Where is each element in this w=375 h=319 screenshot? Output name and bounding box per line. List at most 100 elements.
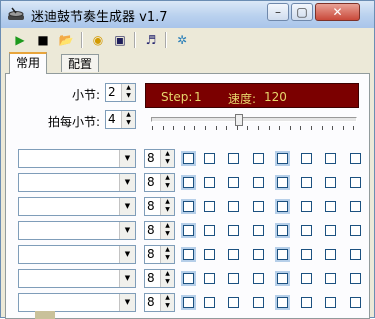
spinner-arrows-icon[interactable]: ▲ ▼ — [160, 270, 174, 287]
dropdown-arrow-icon[interactable]: ▼ — [119, 270, 135, 287]
instrument-select[interactable]: ▼ — [18, 173, 136, 192]
dropdown-arrow-icon[interactable]: ▼ — [119, 174, 135, 191]
step-checkbox[interactable] — [275, 175, 290, 190]
step-checkbox[interactable] — [301, 249, 312, 260]
step-checkbox[interactable] — [325, 225, 336, 236]
spinner-arrows-icon[interactable]: ▲ ▼ — [160, 246, 174, 263]
step-checkbox[interactable] — [253, 249, 264, 260]
dropdown-arrow-icon[interactable]: ▼ — [119, 222, 135, 239]
beats-per-bar-spinner[interactable]: 4 ▲ ▼ — [105, 110, 136, 129]
step-checkbox[interactable] — [253, 201, 264, 212]
step-checkbox[interactable] — [204, 153, 215, 164]
steps-spinner[interactable]: 8 ▲ ▼ — [144, 245, 175, 264]
spinner-arrows-icon[interactable]: ▲ ▼ — [121, 84, 135, 101]
instrument-select[interactable]: ▼ — [18, 269, 136, 288]
step-checkbox[interactable] — [301, 273, 312, 284]
steps-spinner[interactable]: 8 ▲ ▼ — [144, 149, 175, 168]
step-checkbox[interactable] — [204, 177, 215, 188]
midi-keyboard-icon[interactable]: ♬ — [142, 31, 160, 49]
instrument-select[interactable]: ▼ — [18, 149, 136, 168]
step-checkbox[interactable] — [228, 201, 239, 212]
step-checkbox[interactable] — [253, 177, 264, 188]
maximize-button[interactable]: ▢ — [291, 3, 313, 21]
stop-icon[interactable]: ■ — [34, 31, 52, 49]
dropdown-arrow-icon[interactable]: ▼ — [119, 150, 135, 167]
spinner-arrows-icon[interactable]: ▲ ▼ — [121, 111, 135, 128]
spinner-arrows-icon[interactable]: ▲ ▼ — [160, 174, 174, 191]
step-checkbox[interactable] — [301, 201, 312, 212]
minimize-button[interactable]: – — [267, 3, 289, 21]
step-checkbox[interactable] — [228, 249, 239, 260]
close-button[interactable]: ✕ — [315, 3, 360, 21]
step-checkbox[interactable] — [181, 247, 196, 262]
tempo-slider[interactable] — [149, 114, 359, 132]
step-checkbox[interactable] — [228, 153, 239, 164]
dropdown-arrow-icon[interactable]: ▼ — [119, 198, 135, 215]
bars-spinner[interactable]: 2 ▲ ▼ — [105, 83, 136, 102]
spinner-arrows-icon[interactable]: ▲ ▼ — [160, 222, 174, 239]
step-checkbox[interactable] — [204, 249, 215, 260]
step-checkbox[interactable] — [301, 177, 312, 188]
step-checkbox[interactable] — [181, 151, 196, 166]
settings-fan-icon[interactable]: ✲ — [173, 31, 191, 49]
step-checkbox[interactable] — [301, 153, 312, 164]
instrument-select[interactable]: ▼ — [18, 245, 136, 264]
step-checkbox[interactable] — [181, 175, 196, 190]
instrument-select[interactable]: ▼ — [18, 197, 136, 216]
step-checkbox[interactable] — [181, 199, 196, 214]
play-icon[interactable]: ▶ — [11, 31, 29, 49]
step-checkbox[interactable] — [350, 153, 361, 164]
step-checkbox[interactable] — [350, 225, 361, 236]
instrument-select[interactable]: ▼ — [18, 221, 136, 240]
step-checkbox[interactable] — [325, 201, 336, 212]
step-checkbox[interactable] — [325, 273, 336, 284]
steps-spinner[interactable]: 8 ▲ ▼ — [144, 197, 175, 216]
step-checkbox[interactable] — [275, 223, 290, 238]
step-checkbox[interactable] — [253, 273, 264, 284]
steps-spinner[interactable]: 8 ▲ ▼ — [144, 221, 175, 240]
step-checkbox[interactable] — [181, 295, 196, 310]
spinner-arrows-icon[interactable]: ▲ ▼ — [160, 150, 174, 167]
step-checkbox[interactable] — [228, 177, 239, 188]
dropdown-arrow-icon[interactable]: ▼ — [119, 246, 135, 263]
step-checkbox[interactable] — [228, 273, 239, 284]
step-checkbox[interactable] — [204, 201, 215, 212]
step-checkbox[interactable] — [181, 223, 196, 238]
step-checkbox[interactable] — [181, 271, 196, 286]
step-checkbox[interactable] — [228, 297, 239, 308]
step-checkbox[interactable] — [325, 249, 336, 260]
title-bar[interactable]: 迷迪鼓节奏生成器 v1.7 – ▢ ✕ — [1, 1, 374, 28]
step-checkbox[interactable] — [275, 151, 290, 166]
slider-thumb[interactable] — [235, 114, 244, 126]
steps-spinner[interactable]: 8 ▲ ▼ — [144, 269, 175, 288]
step-checkbox[interactable] — [204, 225, 215, 236]
drum-icon[interactable]: ◉ — [89, 31, 107, 49]
spinner-arrows-icon[interactable]: ▲ ▼ — [160, 198, 174, 215]
steps-spinner[interactable]: 8 ▲ ▼ — [144, 173, 175, 192]
step-checkbox[interactable] — [275, 247, 290, 262]
step-checkbox[interactable] — [350, 177, 361, 188]
step-checkbox[interactable] — [253, 225, 264, 236]
step-checkbox[interactable] — [275, 295, 290, 310]
step-checkbox[interactable] — [204, 273, 215, 284]
step-checkbox[interactable] — [350, 273, 361, 284]
step-checkbox[interactable] — [228, 225, 239, 236]
step-checkbox[interactable] — [325, 177, 336, 188]
step-checkbox[interactable] — [350, 297, 361, 308]
step-checkbox[interactable] — [325, 297, 336, 308]
tab-common[interactable]: 常用 — [9, 52, 48, 74]
tab-config[interactable]: 配置 — [61, 54, 100, 72]
step-checkbox[interactable] — [301, 225, 312, 236]
step-checkbox[interactable] — [253, 153, 264, 164]
spinner-arrows-icon[interactable]: ▲ ▼ — [160, 294, 174, 311]
dropdown-arrow-icon[interactable]: ▼ — [119, 294, 135, 311]
step-checkbox[interactable] — [325, 153, 336, 164]
step-checkbox[interactable] — [204, 297, 215, 308]
save-disk-icon[interactable]: ▣ — [111, 31, 129, 49]
instrument-select[interactable]: ▼ — [18, 293, 136, 312]
step-checkbox[interactable] — [350, 249, 361, 260]
open-folder-icon[interactable]: 📂 — [57, 31, 75, 49]
step-checkbox[interactable] — [301, 297, 312, 308]
step-checkbox[interactable] — [275, 271, 290, 286]
step-checkbox[interactable] — [275, 199, 290, 214]
